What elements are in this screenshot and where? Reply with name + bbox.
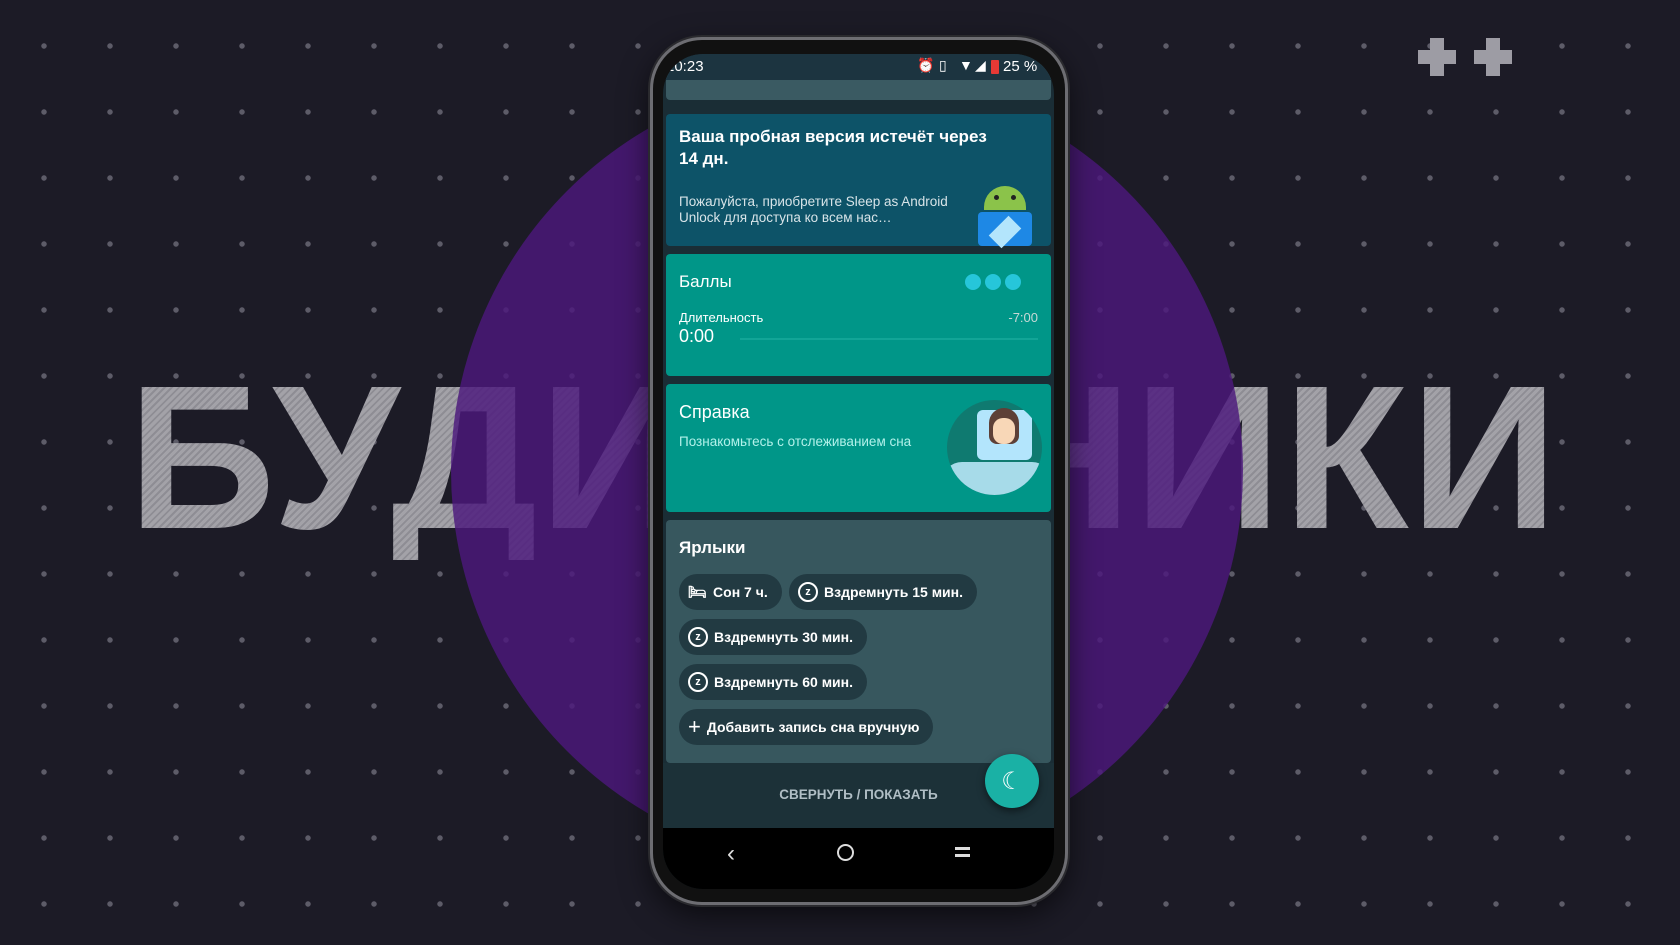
chip-label: Добавить запись сна вручную (706, 719, 920, 735)
phone-frame: 20:23 ⏰ ▯ ▼ ◢ 25 % Ваша пробная версия и… (650, 37, 1068, 905)
more-dots-icon[interactable] (965, 274, 1021, 290)
duration-value: 0:00 (679, 326, 715, 346)
bed-icon: 🛏 (688, 584, 708, 601)
chip-label: Сон 7 ч. (713, 584, 768, 600)
vibrate-icon: ▯ (939, 57, 947, 73)
battery-icon (991, 60, 999, 74)
plus-icon: + (688, 714, 701, 739)
add-sleep-record-button[interactable]: + Добавить запись сна вручную (679, 709, 934, 745)
shortcut-nap-15[interactable]: z Вздремнуть 15 мин. (789, 574, 978, 610)
shortcut-sleep-7h[interactable]: 🛏 Сон 7 ч. (679, 574, 782, 610)
duration-target: -7:00 (1008, 310, 1038, 325)
score-card[interactable]: Баллы Длительность -7:00 0:00 (666, 254, 1051, 376)
snooze-icon: z (798, 582, 818, 602)
back-icon[interactable]: ‹ (727, 840, 735, 868)
duration-label: Длительность (679, 310, 764, 325)
recents-icon[interactable] (955, 847, 970, 857)
plus-logo-icon (1474, 38, 1512, 76)
phone-screen: 20:23 ⏰ ▯ ▼ ◢ 25 % Ваша пробная версия и… (663, 54, 1054, 889)
navigation-bar: ‹ (663, 828, 1054, 889)
chip-label: Вздремнуть 60 мин. (714, 674, 854, 690)
battery-percent: 25 % (1003, 58, 1038, 75)
status-time: 20:23 (666, 58, 704, 75)
plus-logo-icon (1418, 38, 1456, 76)
shortcuts-title: Ярлыки (679, 538, 746, 557)
duration-progress-bar (740, 338, 1038, 340)
shortcut-nap-60[interactable]: z Вздремнуть 60 мин. (679, 664, 868, 700)
wifi-icon: ▼ (959, 57, 973, 73)
trial-card[interactable]: Ваша пробная версия истечёт через 14 дн.… (666, 114, 1051, 249)
trial-title: Ваша пробная версия истечёт через 14 дн. (679, 127, 987, 168)
snooze-icon: z (688, 672, 708, 692)
android-mascot-icon (972, 178, 1038, 249)
home-icon[interactable] (837, 844, 854, 861)
alarm-icon: ⏰ (917, 57, 935, 73)
help-card[interactable]: Справка Познакомьтесь с отслеживанием сн… (666, 384, 1051, 512)
chip-label: Вздремнуть 30 мин. (714, 629, 854, 645)
help-title: Справка (679, 402, 750, 422)
chip-label: Вздремнуть 15 мин. (824, 584, 964, 600)
shortcuts-card: Ярлыки 🛏 Сон 7 ч. z Вздремнуть 15 мин. z Вз… (666, 520, 1051, 763)
snooze-icon: z (688, 627, 708, 647)
sleeping-person-illustration (947, 400, 1042, 495)
signal-icon: ◢ (975, 57, 986, 73)
logo (1418, 38, 1512, 76)
score-title: Баллы (679, 272, 732, 291)
help-subtitle: Познакомьтесь с отслеживанием сна (679, 434, 912, 449)
shortcut-nap-30[interactable]: z Вздремнуть 30 мин. (679, 619, 868, 655)
trial-body: Пожалуйста, приобретите Sleep as Android… (679, 194, 948, 225)
sleep-fab-moon-icon[interactable]: ☾ (985, 754, 1039, 808)
status-bar: 20:23 ⏰ ▯ ▼ ◢ 25 % (663, 54, 1054, 80)
